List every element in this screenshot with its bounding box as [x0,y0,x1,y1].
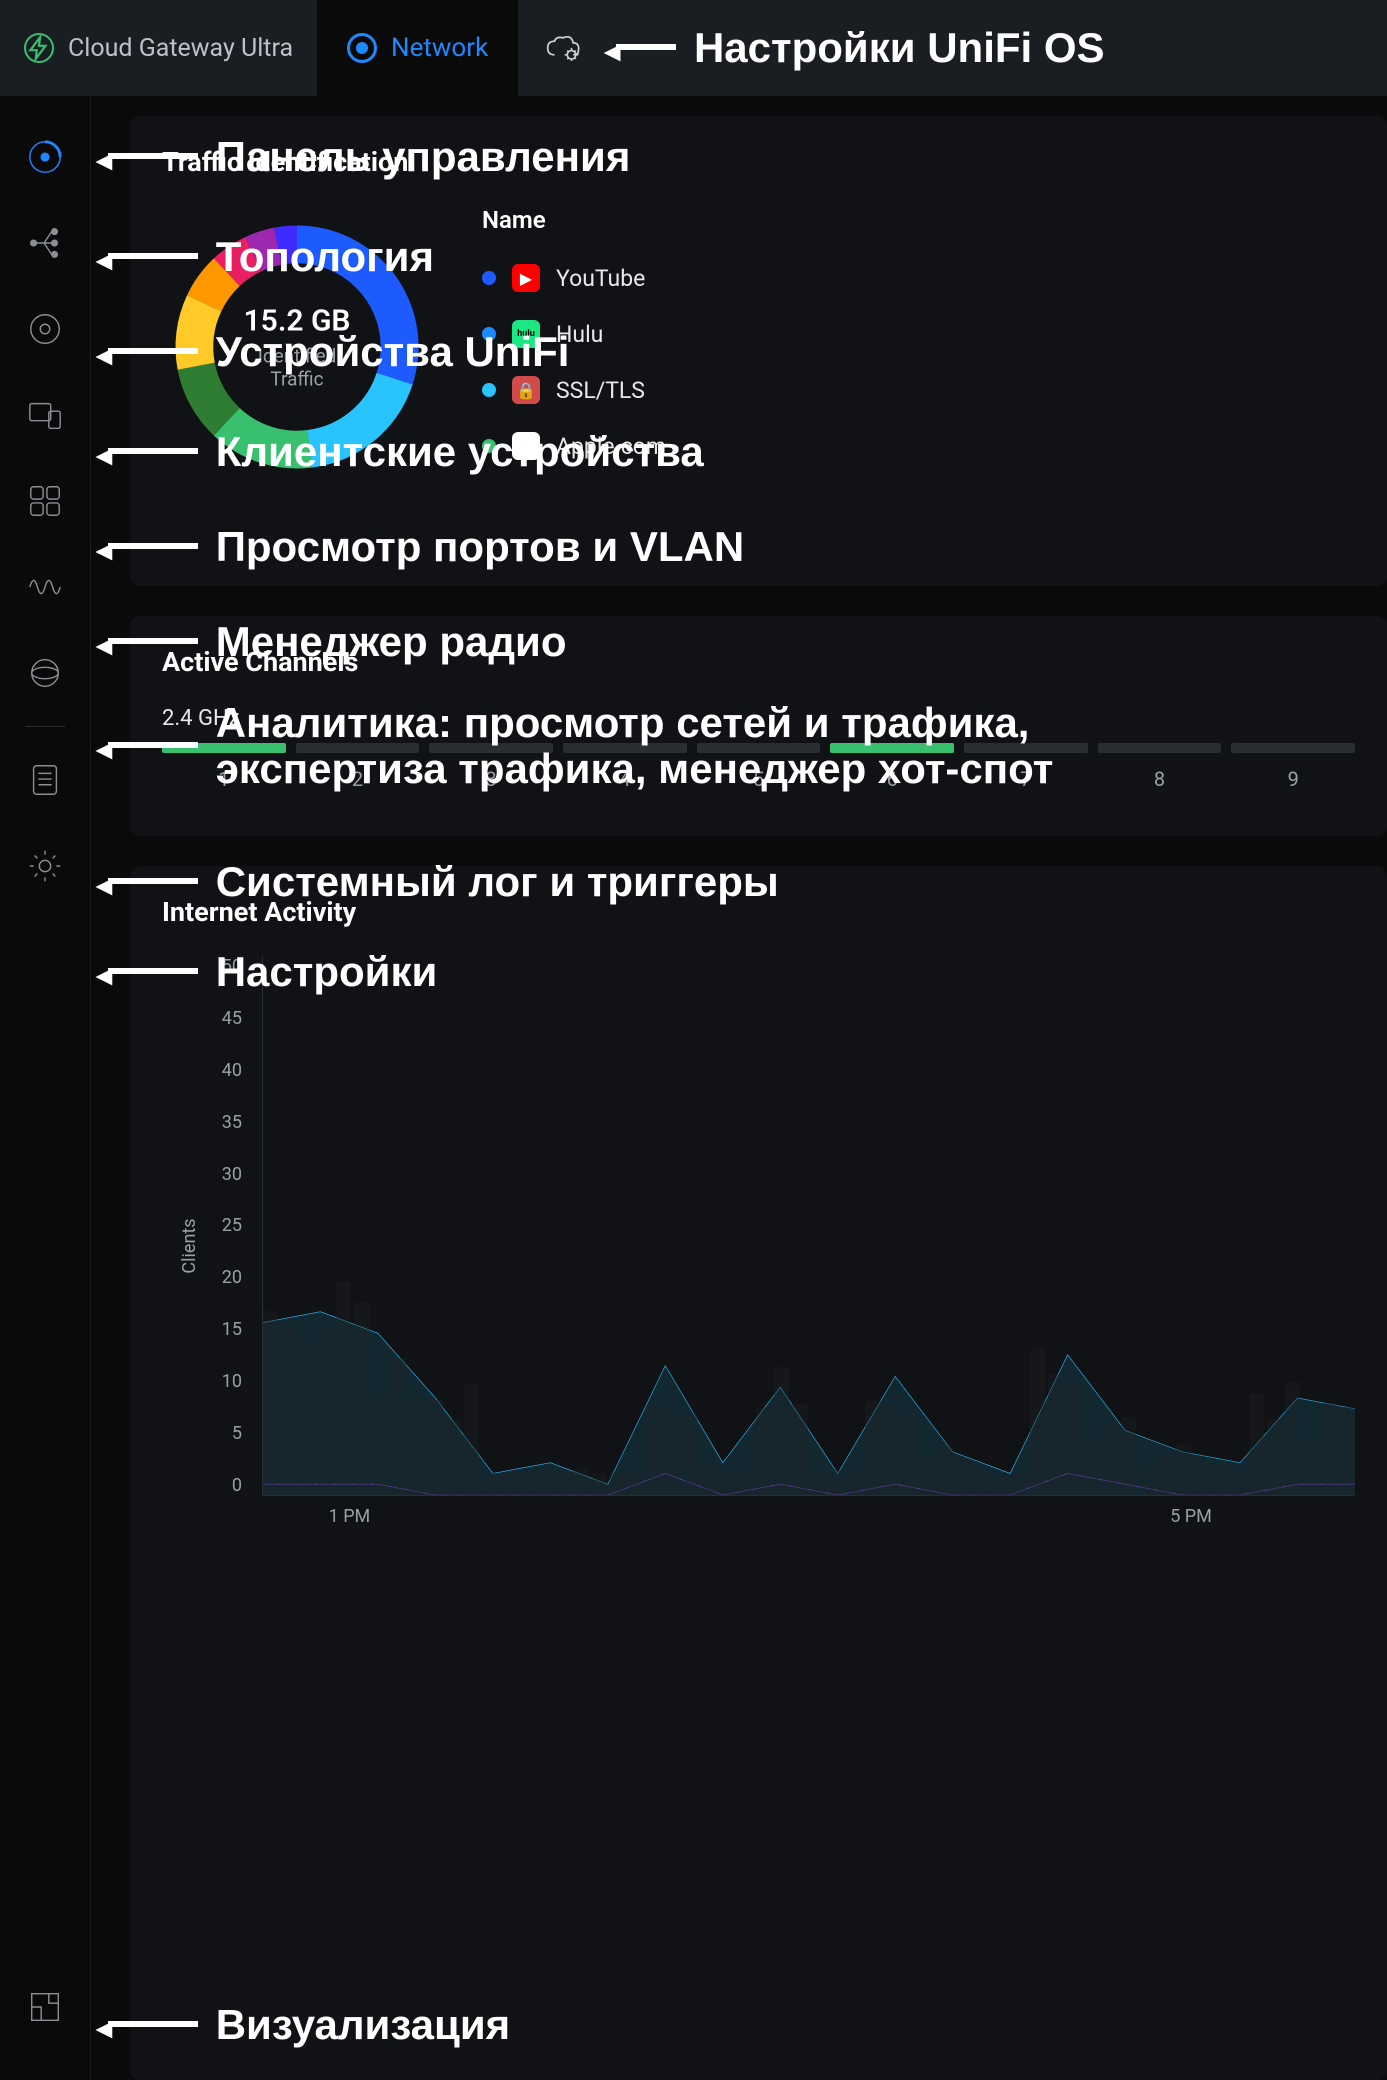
nav-analytics-icon[interactable] [24,652,66,694]
y-tick: 45 [222,1008,242,1029]
sidebar-divider [25,726,65,727]
channel-number: 6 [887,767,898,791]
nav-unifi-devices-icon[interactable] [24,308,66,350]
channel-number: 9 [1288,767,1299,791]
network-app-icon [347,33,377,63]
y-ticks: 50454035302520151050 [192,956,242,1496]
sidebar [0,96,90,2080]
topbar: Cloud Gateway Ultra Network Настройки Un… [0,0,1387,96]
x-tick: 5 PM [1170,1506,1212,1527]
channel-6[interactable]: 6 [830,743,954,791]
activity-card: Internet Activity Clients 50454035302520… [130,866,1387,2080]
traffic-donut: 15.2 GB Identified Traffic [162,212,432,482]
channel-9[interactable]: 9 [1231,743,1355,791]
cloud-gear-icon [546,35,580,61]
legend-dot [482,439,496,453]
nav-client-devices-icon[interactable] [24,394,66,436]
y-tick: 10 [222,1371,242,1392]
power-icon [24,33,54,63]
nav-ports-vlan-icon[interactable] [24,480,66,522]
nav-floorplan-icon[interactable] [24,1986,66,2028]
channel-number: 7 [1020,767,1031,791]
legend-row[interactable]: hulu Hulu [482,320,1355,348]
channel-bar [1098,743,1222,753]
y-tick: 20 [222,1267,242,1288]
os-settings-button[interactable]: Настройки UniFi OS [518,0,1132,96]
channel-1[interactable]: 1 [162,743,286,791]
donut-value: 15.2 GB [230,304,365,339]
traffic-title: Traffic Identification [162,146,1355,178]
nav-topology-icon[interactable] [24,222,66,264]
legend-row[interactable]: 🔒 SSL/TLS [482,376,1355,404]
donut-sublabel: Identified Traffic [230,345,365,391]
channel-number: 4 [619,767,630,791]
y-tick: 30 [222,1164,242,1185]
channel-bar [429,743,553,753]
legend-brand-icon: hulu [512,320,540,348]
band-label: 2.4 GHz [162,706,1355,731]
channel-2[interactable]: 2 [296,743,420,791]
legend-name: Apple.com [556,433,666,460]
nav-system-log-icon[interactable] [24,759,66,801]
channel-bar [296,743,420,753]
y-tick: 0 [232,1475,242,1496]
legend-row[interactable]: Apple.com [482,432,1355,460]
nav-settings-icon[interactable] [24,845,66,887]
channel-3[interactable]: 3 [429,743,553,791]
legend-brand-icon: 🔒 [512,376,540,404]
legend-name: SSL/TLS [556,377,645,404]
nav-radio-manager-icon[interactable] [24,566,66,608]
channel-8[interactable]: 8 [1098,743,1222,791]
app-tab-network[interactable]: Network [317,0,518,96]
legend-dot [482,383,496,397]
channel-bar [964,743,1088,753]
legend-row[interactable]: ▶ YouTube [482,264,1355,292]
activity-chart: Clients 50454035302520151050 1 PM5 PM [192,956,1355,1536]
legend-brand-icon [512,432,540,460]
channels-card: Active Channels 2.4 GHz 1 2 3 4 5 6 7 8 9 [130,616,1387,836]
y-tick: 35 [222,1112,242,1133]
channel-number: 5 [753,767,764,791]
channel-7[interactable]: 7 [964,743,1088,791]
app-name: Network [391,33,488,63]
channel-number: 1 [218,767,229,791]
channels-title: Active Channels [162,646,1355,678]
channel-bar [1231,743,1355,753]
channel-bar [162,743,286,753]
channel-number: 3 [486,767,497,791]
device-name: Cloud Gateway Ultra [68,34,293,63]
x-tick: 1 PM [329,1506,371,1527]
traffic-legend: Name ▶ YouTube hulu Hulu 🔒 SSL/TLS Apple… [482,206,1355,488]
y-tick: 40 [222,1060,242,1081]
legend-name: Hulu [556,321,603,348]
legend-dot [482,327,496,341]
y-tick: 50 [222,956,242,977]
nav-dashboard-icon[interactable] [24,136,66,178]
x-ticks: 1 PM 5 PM [262,1506,1355,1536]
plot-area [262,956,1355,1496]
channel-bar [563,743,687,753]
legend-dot [482,271,496,285]
channel-bar [830,743,954,753]
main-content: Traffic Identification 15.2 GB Identifie… [90,96,1387,2080]
y-tick: 5 [232,1423,242,1444]
y-tick: 15 [222,1319,242,1340]
activity-title: Internet Activity [162,896,1355,928]
channel-number: 2 [352,767,363,791]
channels-row: 1 2 3 4 5 6 7 8 9 [162,743,1355,791]
legend-name: YouTube [556,265,645,292]
y-tick: 25 [222,1215,242,1236]
annotation-os: Настройки UniFi OS [598,21,1104,75]
traffic-card: Traffic Identification 15.2 GB Identifie… [130,116,1387,586]
channel-number: 8 [1154,767,1165,791]
device-selector[interactable]: Cloud Gateway Ultra [0,0,317,96]
channel-4[interactable]: 4 [563,743,687,791]
legend-header: Name [482,206,1355,234]
channel-5[interactable]: 5 [697,743,821,791]
legend-brand-icon: ▶ [512,264,540,292]
channel-bar [697,743,821,753]
